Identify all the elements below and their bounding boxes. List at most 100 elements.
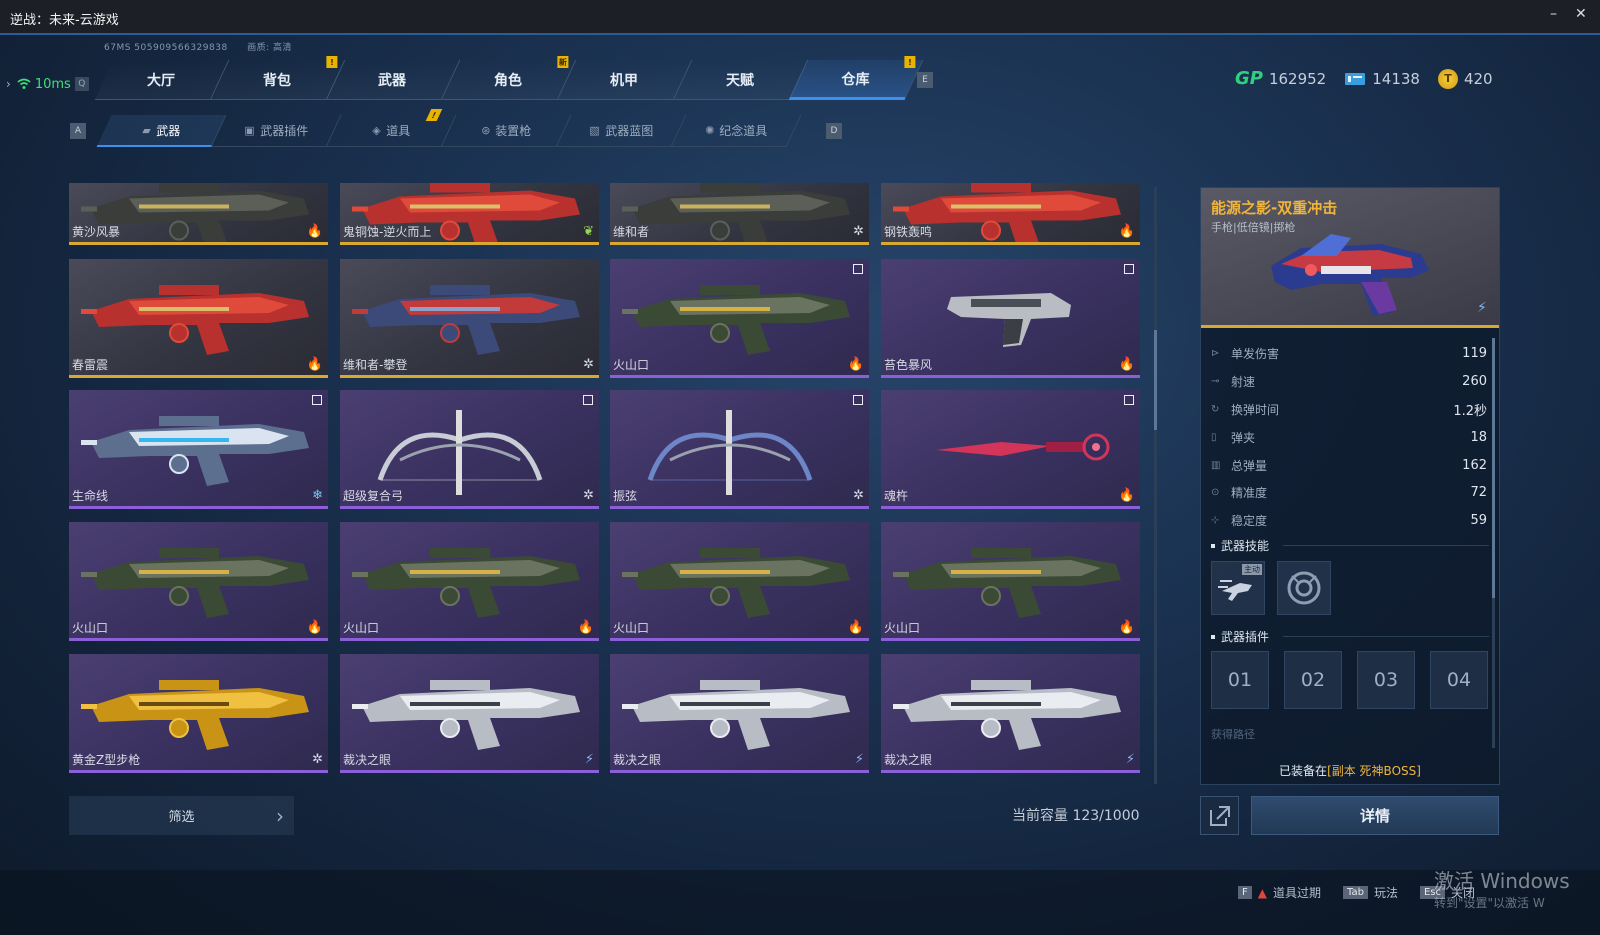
weapon-card[interactable]: 维和者 ✲ <box>610 183 869 245</box>
weapon-card[interactable]: 黄金Z型步枪 ✲ <box>69 654 328 773</box>
tab-5[interactable]: 天赋 <box>673 60 808 100</box>
app-title: 逆战：未来-云游戏 <box>10 13 119 28</box>
weapon-card[interactable]: 魂杵 🔥 <box>881 390 1140 509</box>
stat-icon: ⊳ <box>1211 348 1220 360</box>
fire-rank-icon: 🔥 <box>577 620 594 635</box>
subtab-label: 武器蓝图 <box>604 124 653 138</box>
latency-indicator[interactable]: › 10ms Q <box>0 70 89 98</box>
equipped-prefix: 已装备在 <box>1279 764 1328 778</box>
subtab-3[interactable]: ⊛ 装置枪 <box>441 115 572 147</box>
subtab-1[interactable]: ▣ 武器插件 <box>211 115 342 147</box>
weapon-card[interactable]: 火山口 🔥 <box>610 522 869 641</box>
expired-items-action[interactable]: F ▲ 道具过期 <box>1238 884 1321 901</box>
weapon-card[interactable]: 维和者-攀登 ✲ <box>340 259 599 378</box>
plugins-title-text: 武器插件 <box>1221 630 1270 644</box>
ice-rank-icon: ❄ <box>312 488 323 503</box>
weapon-detail-panel: 能源之影-双重冲击 手枪|低倍镜|掷枪 ⚡ ⊳ 单发伤害 119 ⊸ 射速 260 ↻ 换弹时… <box>1200 187 1500 785</box>
tab-1[interactable]: 背包! <box>210 56 345 100</box>
select-checkbox[interactable] <box>1124 264 1134 274</box>
fire-rank-icon: 🔥 <box>1118 620 1135 635</box>
filter-button[interactable]: 筛选 › <box>69 796 294 835</box>
chevron-right-icon[interactable]: › <box>6 77 11 91</box>
title-bar <box>0 0 1600 35</box>
weapon-name: 钢铁轰鸣 <box>884 225 933 239</box>
subtab-4[interactable]: ▧ 武器蓝图 <box>556 115 687 147</box>
plugin-slot-1[interactable]: 01 <box>1211 651 1269 709</box>
stat-label: 换弹时间 <box>1231 402 1280 417</box>
skill-slot-2[interactable] <box>1277 561 1331 615</box>
weapon-card[interactable]: 火山口 🔥 <box>610 259 869 378</box>
weapon-card[interactable]: 春雷震 🔥 <box>69 259 328 378</box>
weapon-name: 能源之影-双重冲击 <box>1211 199 1338 217</box>
stat-value: 59 <box>1470 513 1487 529</box>
gameplay-action[interactable]: Tab 玩法 <box>1343 884 1398 901</box>
share-button[interactable] <box>1200 796 1239 835</box>
weapon-card[interactable]: 火山口 🔥 <box>881 522 1140 641</box>
skills-section-title: 武器技能 <box>1211 537 1489 554</box>
skill-slot-1[interactable]: 主动 <box>1211 561 1265 615</box>
tab-label: 大厅 <box>147 72 176 89</box>
weapon-card[interactable]: 超级复合弓 ✲ <box>340 390 599 509</box>
weapon-card[interactable]: 火山口 🔥 <box>340 522 599 641</box>
stat-value: 1.2秒 <box>1453 403 1487 419</box>
weapon-grid: 黄沙风暴 🔥 鬼铜蚀-逆火而上 ❦ 维和者 ✲ 钢铁轰鸣 🔥 春雷震 🔥 维和者-攀登 ✲ 火山口 🔥 苔色… <box>69 183 1141 773</box>
tab-4[interactable]: 机甲 <box>557 60 692 100</box>
active-skill-tag: 主动 <box>1242 564 1262 575</box>
ticket-amount: 14138 <box>1372 69 1420 88</box>
weapon-name: 鬼铜蚀-逆火而上 <box>343 225 432 239</box>
minimize-button[interactable]: – <box>1550 6 1557 22</box>
subtab-2[interactable]: ◈ 道具! <box>326 109 457 147</box>
stat-value: 260 <box>1462 374 1487 390</box>
stat-row: ▯ 弹夹 18 <box>1211 423 1487 451</box>
grid-scroll-thumb[interactable] <box>1154 330 1157 430</box>
weapon-name: 苔色暴风 <box>884 358 933 372</box>
select-checkbox[interactable] <box>853 395 863 405</box>
select-checkbox[interactable] <box>853 264 863 274</box>
session-id: 67MS 505909566329838 <box>104 43 228 53</box>
tab-0[interactable]: 大厅 <box>94 60 230 100</box>
weapon-card[interactable]: 火山口 🔥 <box>69 522 328 641</box>
weapon-card[interactable]: 钢铁轰鸣 🔥 <box>881 183 1140 245</box>
latency-hotkey: Q <box>74 77 89 91</box>
close-button[interactable]: ✕ <box>1575 6 1587 22</box>
grid-scrollbar[interactable] <box>1154 187 1157 784</box>
subtab-5[interactable]: ✺ 纪念道具 <box>671 115 802 147</box>
weapon-image <box>647 410 813 495</box>
prev-subtab-key[interactable]: A <box>70 123 86 139</box>
plugin-slot-2[interactable]: 02 <box>1284 651 1342 709</box>
fire-rank-icon: 🔥 <box>1118 357 1135 372</box>
tab-2[interactable]: 武器 <box>326 60 461 100</box>
tab-label: 机甲 <box>610 72 639 89</box>
weapon-name: 生命线 <box>72 489 109 503</box>
tab-6[interactable]: 仓库! <box>788 56 924 100</box>
bolt-rank-icon: ⚡ <box>584 752 594 767</box>
stat-value: 72 <box>1470 485 1487 501</box>
select-checkbox[interactable] <box>312 395 322 405</box>
select-checkbox[interactable] <box>583 395 593 405</box>
subtab-0[interactable]: ▰ 武器 <box>96 115 227 147</box>
star-rank-icon: ✲ <box>853 224 864 239</box>
weapon-card[interactable]: 生命线 ❄ <box>69 390 328 509</box>
ticket-icon <box>1345 72 1366 85</box>
weapon-card[interactable]: 裁决之眼 ⚡ <box>610 654 869 773</box>
weapon-card[interactable]: 苔色暴风 🔥 <box>881 259 1140 378</box>
detail-header: 能源之影-双重冲击 手枪|低倍镜|掷枪 ⚡ <box>1201 188 1499 328</box>
weapon-card[interactable]: 裁决之眼 ⚡ <box>340 654 599 773</box>
weapon-card[interactable]: 黄沙风暴 🔥 <box>69 183 328 245</box>
target-skill-icon <box>1287 571 1321 605</box>
weapon-card[interactable]: 振弦 ✲ <box>610 390 869 509</box>
details-button[interactable]: 详情 <box>1251 796 1499 835</box>
next-tab-key[interactable]: E <box>917 72 933 88</box>
tab-label: 背包 <box>263 72 292 89</box>
panel-scroll-thumb[interactable] <box>1492 338 1495 598</box>
tab-3[interactable]: 角色 新 <box>441 56 577 100</box>
plugin-slot-3[interactable]: 03 <box>1357 651 1415 709</box>
weapon-card[interactable]: 裁决之眼 ⚡ <box>881 654 1140 773</box>
gp-currency: GP 162952 <box>1235 68 1326 89</box>
select-checkbox[interactable] <box>1124 395 1134 405</box>
weapon-name: 火山口 <box>613 621 650 635</box>
weapon-name: 魂杵 <box>884 489 909 503</box>
weapon-card[interactable]: 鬼铜蚀-逆火而上 ❦ <box>340 183 599 245</box>
next-subtab-key[interactable]: D <box>826 123 842 139</box>
plugin-slot-4[interactable]: 04 <box>1430 651 1488 709</box>
